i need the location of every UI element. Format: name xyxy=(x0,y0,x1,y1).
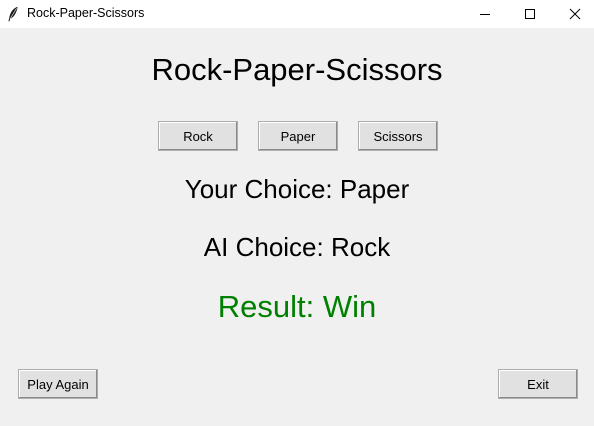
window-title: Rock-Paper-Scissors xyxy=(27,6,145,20)
minimize-button[interactable] xyxy=(462,0,508,28)
minimize-icon xyxy=(480,14,490,15)
paper-button[interactable]: Paper xyxy=(258,121,338,151)
exit-button[interactable]: Exit xyxy=(498,369,578,399)
maximize-button[interactable] xyxy=(507,0,553,28)
result-label: Result: Win xyxy=(217,289,377,324)
feather-icon xyxy=(7,6,19,22)
app-window: Rock-Paper-Scissors Rock-Paper-Scissors … xyxy=(0,0,594,426)
scissors-button[interactable]: Scissors xyxy=(358,121,438,151)
play-again-button[interactable]: Play Again xyxy=(18,369,98,399)
rock-button[interactable]: Rock xyxy=(158,121,238,151)
close-icon xyxy=(569,8,581,20)
page-title: Rock-Paper-Scissors xyxy=(151,52,443,87)
close-button[interactable] xyxy=(552,0,594,28)
maximize-icon xyxy=(525,9,535,19)
title-bar[interactable]: Rock-Paper-Scissors xyxy=(0,0,594,28)
ai-choice-label: AI Choice: Rock xyxy=(203,232,391,262)
your-choice-label: Your Choice: Paper xyxy=(184,174,410,204)
